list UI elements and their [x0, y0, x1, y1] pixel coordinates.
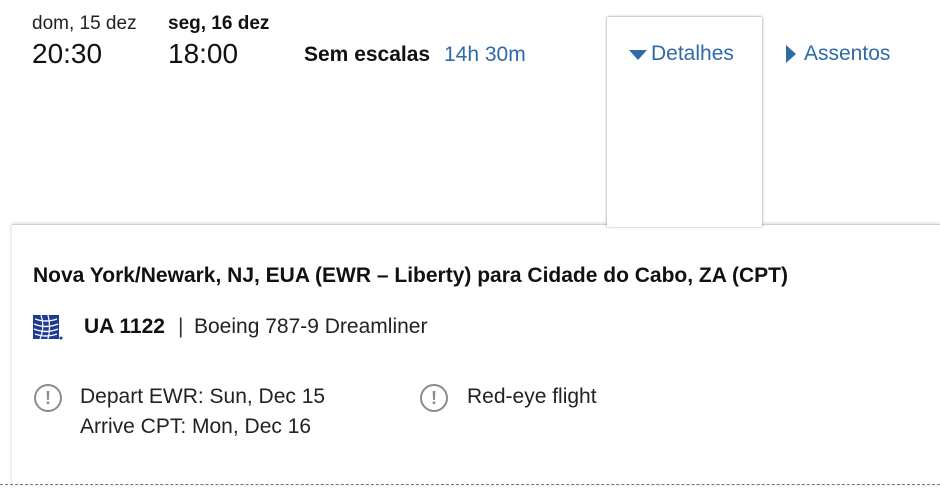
arrival-time: 18:00: [168, 38, 239, 69]
tab-seats[interactable]: Assentos: [786, 42, 890, 66]
divider: [0, 484, 940, 485]
triangle-down-icon: [629, 50, 647, 60]
united-globe-logo: [33, 315, 63, 340]
separator: |: [178, 315, 184, 338]
alert-redeye-text: Red-eye flight: [467, 385, 597, 408]
stops-label: Sem escalas: [304, 43, 431, 66]
triangle-right-icon: [786, 45, 796, 63]
exclamation-circle-icon: !: [420, 384, 448, 412]
departure-date: dom, 15 dez: [32, 13, 137, 34]
aircraft-type: Boeing 787-9 Dreamliner: [194, 315, 428, 338]
tab-details[interactable]: Detalhes: [607, 17, 762, 227]
flight-number: UA 1122: [84, 315, 165, 338]
route-title: Nova York/Newark, NJ, EUA (EWR – Liberty…: [33, 264, 788, 287]
exclamation-circle-icon: !: [34, 384, 62, 412]
departure-time: 20:30: [32, 38, 103, 69]
tab-seats-label: Assentos: [804, 42, 891, 65]
tab-details-label: Detalhes: [651, 42, 734, 65]
arrival-date: seg, 16 dez: [168, 13, 270, 34]
flight-duration: 14h 30m: [444, 43, 526, 66]
alert-arrive-text: Arrive CPT: Mon, Dec 16: [80, 415, 312, 438]
alert-depart-text: Depart EWR: Sun, Dec 15: [80, 385, 326, 408]
